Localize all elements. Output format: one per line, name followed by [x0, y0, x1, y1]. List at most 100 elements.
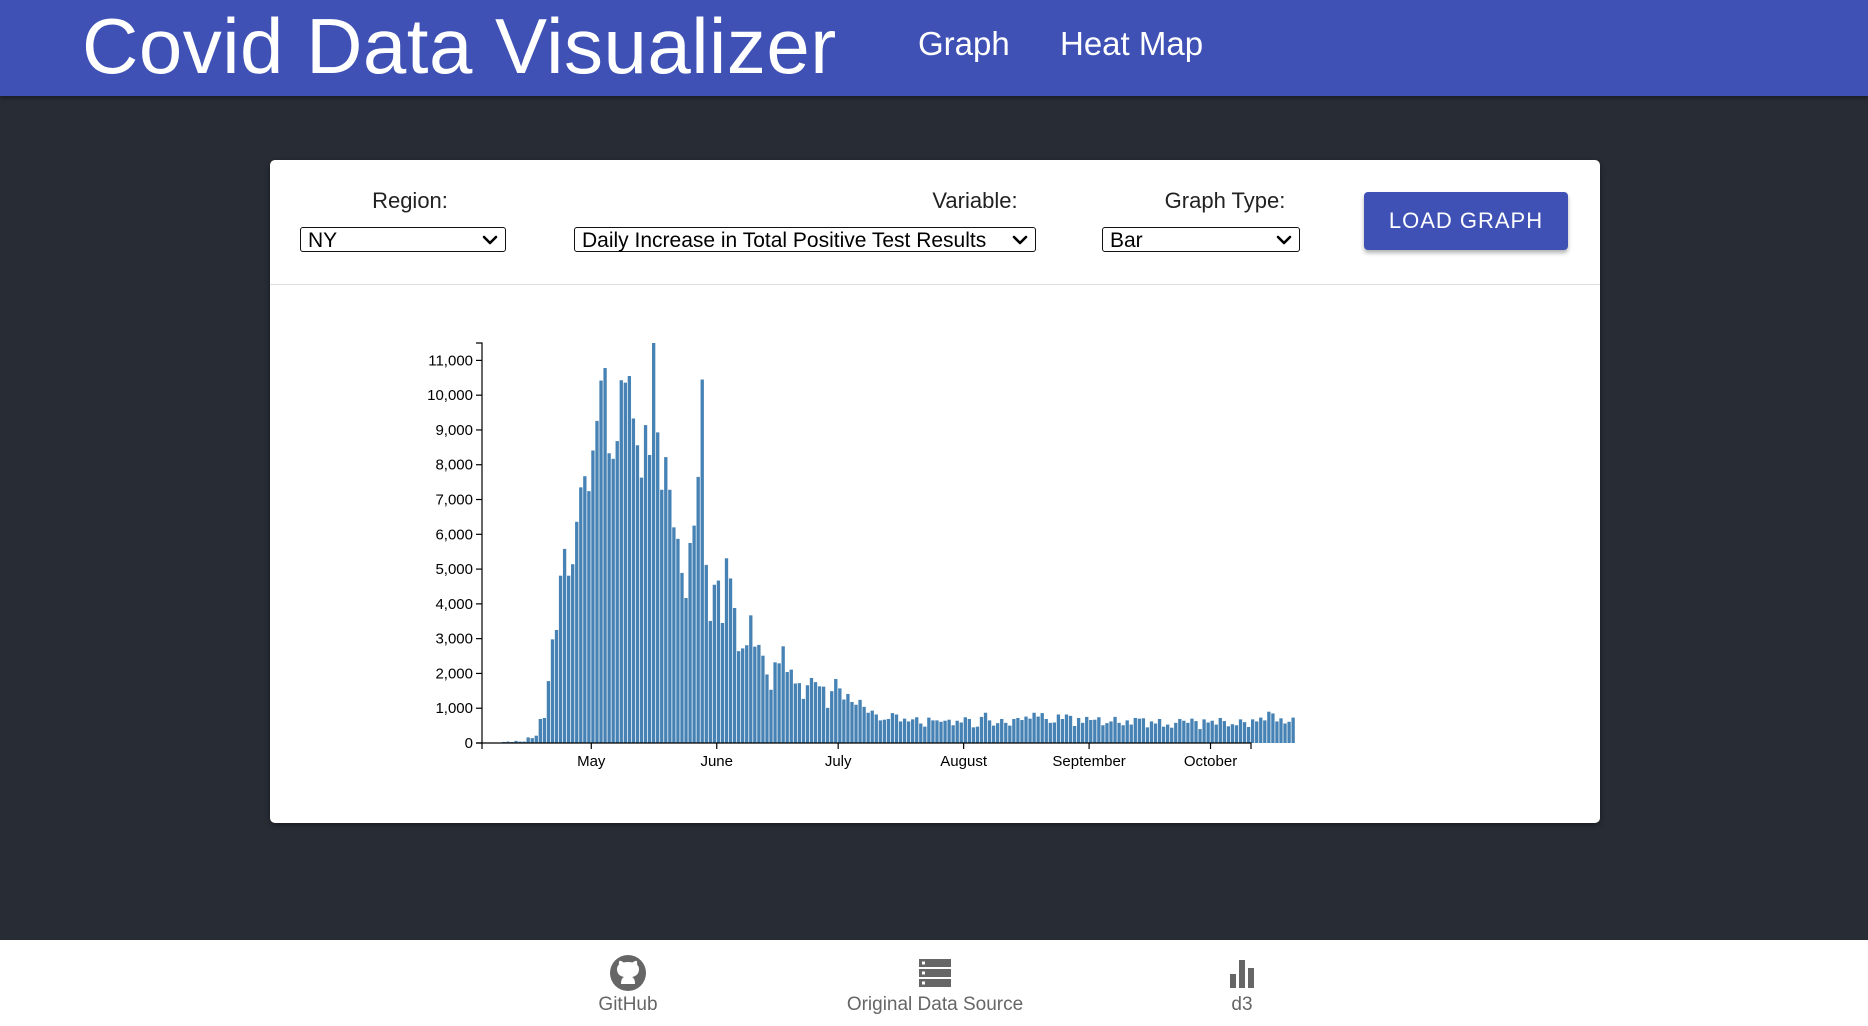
- chart-bar: [991, 725, 996, 743]
- chart-bar: [595, 420, 599, 743]
- nav-heat-map-link[interactable]: Heat Map: [1060, 24, 1203, 64]
- chart-bar: [939, 721, 943, 743]
- region-select[interactable]: NY: [300, 227, 506, 252]
- chart-bar: [987, 720, 992, 743]
- chart-bar: [919, 723, 923, 743]
- chart-bar: [923, 726, 927, 743]
- chart-bar: [1149, 721, 1154, 743]
- chart-bar: [1178, 719, 1182, 743]
- chart-bar: [882, 719, 887, 743]
- chart-bar: [1117, 722, 1121, 743]
- chart-bar: [1263, 720, 1267, 743]
- chart-bar: [1064, 714, 1069, 743]
- storage-icon: [919, 959, 951, 987]
- x-tick-label: May: [577, 753, 606, 770]
- chart-bar: [1056, 714, 1061, 743]
- chart-bar: [943, 720, 947, 743]
- chart-bar: [639, 477, 644, 743]
- chart-bar: [550, 639, 555, 743]
- chart-bar: [526, 737, 530, 743]
- chart-bar: [530, 738, 534, 743]
- bar-chart: 0 1,000 2,000 3,000 4,000 5,000 6,000 7,000 8,00…: [427, 342, 1295, 770]
- bar-chart-icon: [1230, 960, 1254, 988]
- chart-bar: [870, 710, 874, 743]
- load-graph-button[interactable]: LOAD GRAPH: [1364, 192, 1568, 250]
- chart-bar: [647, 455, 652, 743]
- chart-bar: [757, 644, 761, 743]
- chart-bar: [947, 719, 951, 743]
- chart-bar: [1036, 716, 1040, 743]
- chart-bar: [1226, 726, 1231, 743]
- chart-bar: [911, 719, 915, 743]
- chart-bar: [619, 380, 623, 743]
- chart-bar: [927, 717, 931, 743]
- chart-bar: [805, 685, 810, 743]
- graph-type-label: Graph Type:: [1164, 188, 1286, 213]
- chart-bar: [1024, 716, 1028, 743]
- chart-bar: [915, 717, 919, 743]
- footer: GitHub Original Data Source d3: [0, 940, 1868, 1026]
- chart-bar: [874, 714, 878, 743]
- chart-bar: [1255, 721, 1259, 743]
- chart-bar: [716, 580, 721, 743]
- chart-bar: [1137, 718, 1141, 743]
- github-link[interactable]: GitHub: [590, 954, 666, 1016]
- chart-bar: [684, 597, 688, 743]
- chart-bar: [1028, 718, 1032, 743]
- y-axis-line: [476, 342, 483, 744]
- chart-bar: [599, 380, 603, 743]
- chart-bar: [971, 727, 976, 743]
- chart-bar: [809, 677, 814, 743]
- d3-link[interactable]: d3: [1216, 954, 1268, 1016]
- variable-select[interactable]: Daily Increase in Total Positive Test Re…: [574, 227, 1036, 252]
- chart-bar: [765, 674, 769, 743]
- original-data-source-link[interactable]: Original Data Source: [840, 954, 1030, 1016]
- chart-bar: [935, 720, 939, 743]
- chart-bar: [951, 725, 955, 743]
- chart-bar: [862, 706, 866, 743]
- app-title: Covid Data Visualizer: [82, 2, 837, 90]
- variable-select-value: Daily Increase in Total Positive Test Re…: [582, 229, 987, 252]
- d3-label: d3: [1231, 994, 1253, 1015]
- chart-bar: [1133, 717, 1137, 743]
- x-tick-label: September: [1052, 753, 1125, 770]
- chart-bar: [1141, 718, 1146, 743]
- chart-bar: [1182, 720, 1186, 743]
- chart-bar: [1081, 722, 1085, 743]
- chart-bar: [615, 441, 619, 743]
- chart-bar: [1271, 713, 1275, 743]
- chart-bar: [1085, 716, 1089, 743]
- chart-bar: [692, 525, 696, 743]
- chart-bar: [1242, 722, 1247, 743]
- chart-bar: [676, 538, 680, 743]
- y-tick-label: 3,000: [435, 631, 473, 648]
- chart-bar: [866, 712, 870, 743]
- chart-bar: [797, 683, 802, 743]
- chart-bar: [890, 713, 895, 743]
- chart-bar: [696, 476, 700, 743]
- y-tick-label: 4,000: [435, 596, 473, 613]
- chart-bar: [902, 718, 907, 743]
- chart-bar: [1279, 718, 1283, 743]
- chart-bar: [898, 721, 903, 743]
- chart-bar: [1068, 715, 1073, 743]
- chart-bar: [749, 615, 753, 743]
- y-tick-label: 6,000: [435, 526, 473, 543]
- chart-bar: [680, 572, 684, 743]
- chart-bar: [724, 558, 729, 743]
- chart-bar: [1157, 719, 1162, 743]
- chart-bar: [886, 719, 891, 743]
- chart-bar: [967, 719, 971, 743]
- chart-bar: [777, 663, 781, 743]
- graph-card: Region: NY Variable: Daily Increase in T…: [270, 160, 1600, 823]
- chart-bar: [1259, 717, 1263, 743]
- chart-bar: [1214, 724, 1218, 743]
- chart-bar: [1040, 713, 1044, 743]
- variable-label: Variable:: [932, 188, 1018, 213]
- chart-bar: [838, 688, 842, 743]
- chart-bar: [741, 648, 745, 743]
- nav-graph-link[interactable]: Graph: [918, 24, 1010, 64]
- graph-type-select[interactable]: Bar: [1102, 227, 1300, 252]
- y-tick-label: 1,000: [435, 700, 473, 717]
- chart-bar: [700, 379, 704, 743]
